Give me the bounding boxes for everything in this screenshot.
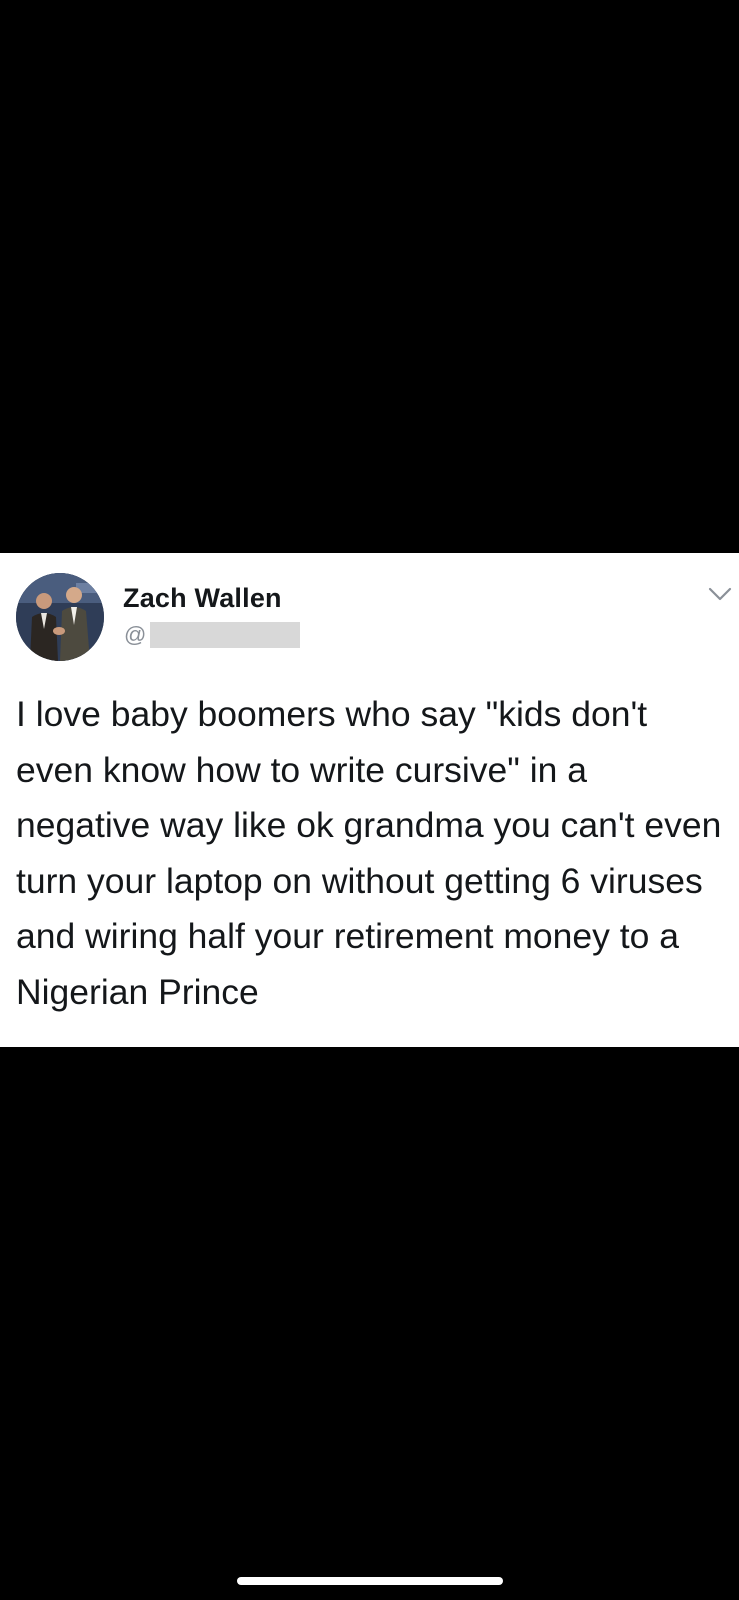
avatar[interactable] — [16, 573, 104, 661]
avatar-photo-icon — [16, 573, 104, 661]
handle-row: @ — [124, 622, 301, 648]
screen: Zach Wallen @ I love baby boomers who sa… — [0, 0, 739, 1600]
handle-redaction — [150, 622, 301, 648]
handle-prefix: @ — [124, 622, 147, 647]
home-indicator[interactable] — [237, 1577, 503, 1585]
tweet-card[interactable]: Zach Wallen @ I love baby boomers who sa… — [0, 553, 739, 1047]
chevron-down-icon[interactable] — [706, 583, 734, 605]
display-name[interactable]: Zach Wallen — [123, 583, 282, 614]
tweet-text: I love baby boomers who say "kids don't … — [16, 694, 722, 1012]
